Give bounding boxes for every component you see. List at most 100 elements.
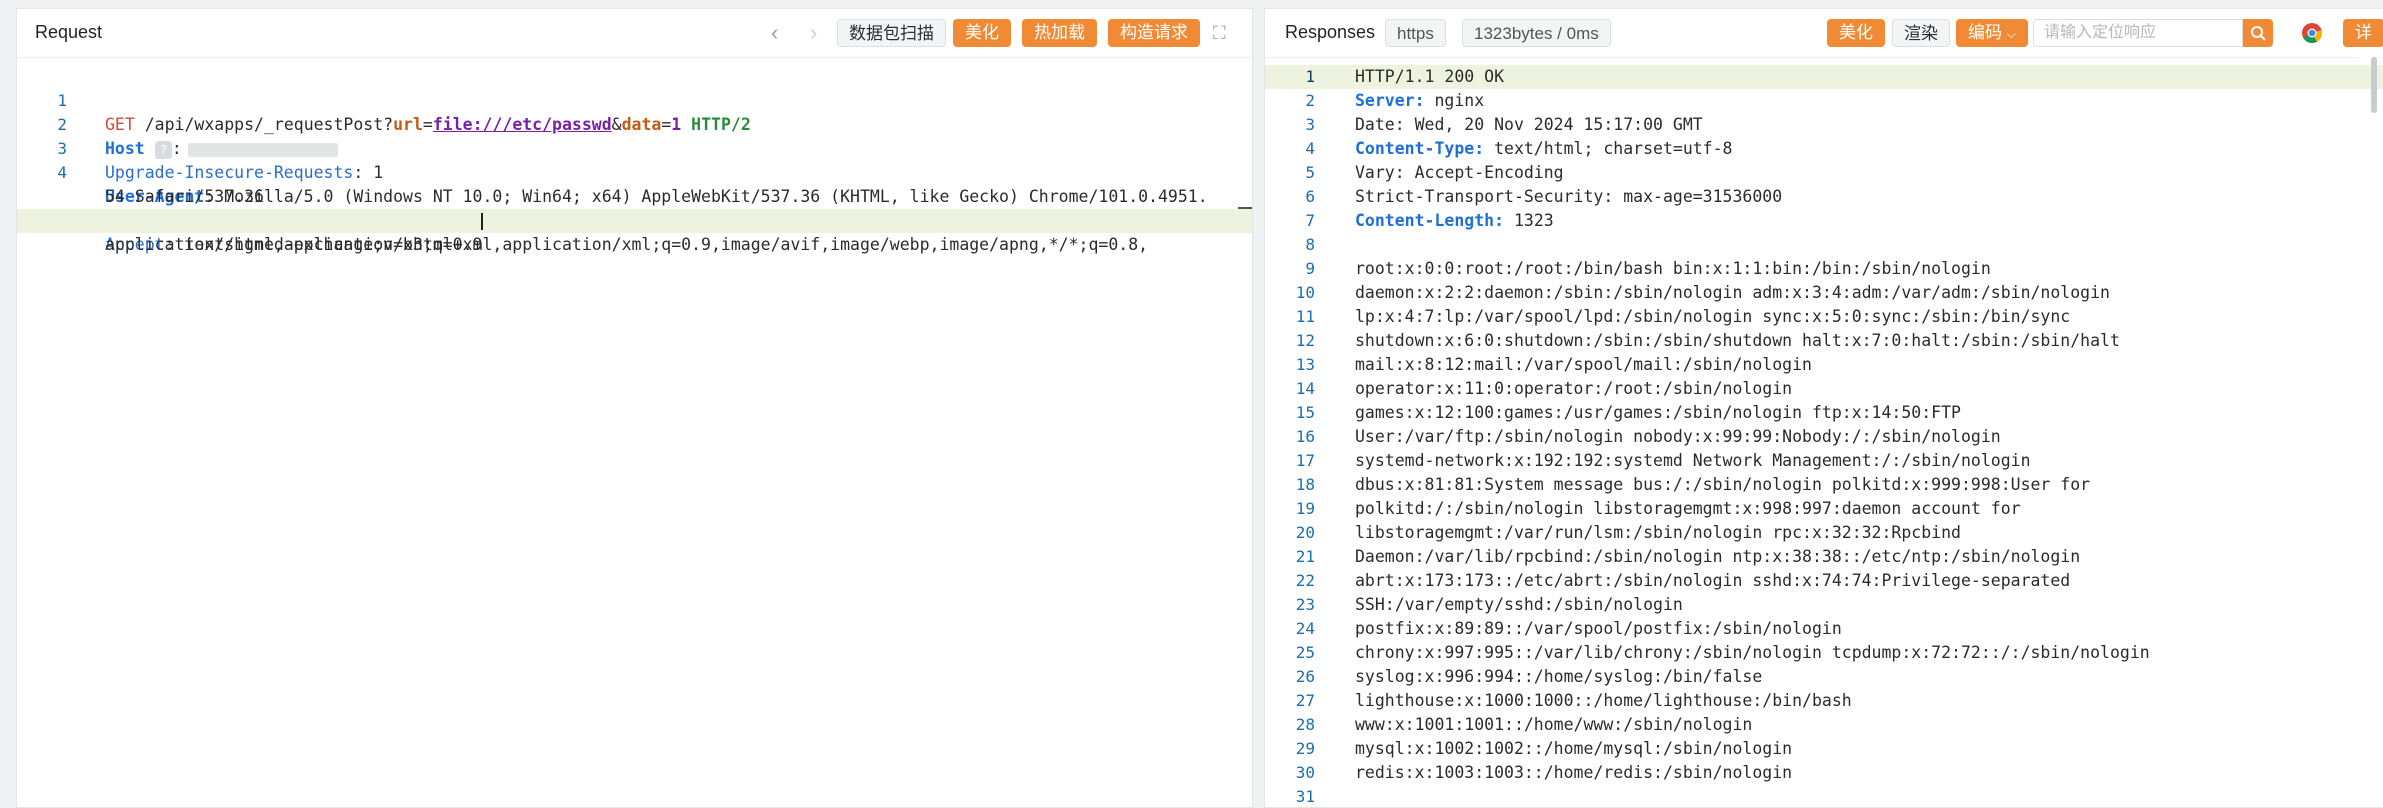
response-line: 26 syslog:x:996:994::/home/syslog:/bin/fa… [1265, 665, 2383, 689]
render-button[interactable]: 渲染 [1892, 19, 1950, 47]
fullscreen-icon[interactable]: ⛶ [1213, 19, 1226, 47]
line-text: www:x:1001:1001::/home/www:/sbin/nologin [1355, 715, 1753, 734]
response-line: 19 polkitd:/:/sbin/nologin libstoragemgmt… [1265, 497, 2383, 521]
line-number: 2 [1305, 91, 1315, 110]
line-text: polkitd:/:/sbin/nologin libstoragemgmt:x… [1355, 499, 2021, 518]
response-panel: Responses https 1323bytes / 0ms 美化 渲染 编码… [1264, 8, 2383, 808]
response-line: 17 systemd-network:x:192:192:systemd Netw… [1265, 449, 2383, 473]
line-number: 23 [1295, 595, 1315, 614]
code-line: 2 Host ?: [17, 89, 1252, 159]
response-line: 31 [1265, 785, 2383, 807]
line-text: Strict-Transport-Security: max-age=31536… [1355, 187, 1783, 206]
response-line: 13 mail:x:8:12:mail:/var/spool/mail:/sbin… [1265, 353, 2383, 377]
line-number: 24 [1295, 619, 1315, 638]
line-number: 6 [1305, 187, 1315, 206]
line-text: root:x:0:0:root:/root:/bin/bash bin:x:1:… [1355, 259, 1991, 278]
response-line: 22 abrt:x:173:173::/etc/abrt:/sbin/nologi… [1265, 569, 2383, 593]
line-text: Daemon:/var/lib/rpcbind:/sbin/nologin nt… [1355, 547, 2081, 566]
request-header: Request ‹ › 数据包扫描 美化 热加载 构造请求 ⛶ [17, 9, 1252, 58]
detail-button[interactable]: 详情 [2343, 19, 2383, 70]
line-text: operator:x:11:0:operator:/root:/sbin/nol… [1355, 379, 1793, 398]
scan-button[interactable]: 数据包扫描 [837, 19, 946, 47]
line-text: Vary: Accept-Encoding [1355, 163, 1564, 182]
line-number: 11 [1295, 307, 1315, 326]
line-text: HTTP/1.1 200 OK [1355, 67, 1505, 86]
line-number: 30 [1295, 763, 1315, 782]
code-line: 3 Upgrade-Insecure-Requests: 1 [17, 113, 1252, 182]
chevron-down-icon: ⌵ [2006, 27, 2016, 41]
beautify-button[interactable]: 美化 [953, 19, 1011, 47]
encode-dropdown[interactable]: 编码 ⌵ [1956, 19, 2028, 47]
line-text: postfix:x:89:89::/var/spool/postfix:/sbi… [1355, 619, 1842, 638]
response-line: 6 Strict-Transport-Security: max-age=3153… [1265, 185, 2383, 209]
line-number: 7 [1305, 211, 1315, 230]
back-arrow-icon[interactable]: ‹ [771, 19, 778, 47]
response-line: 28 www:x:1001:1001::/home/www:/sbin/nolog… [1265, 713, 2383, 737]
response-line: 16 User:/var/ftp:/sbin/nologin nobody:x:9… [1265, 425, 2383, 449]
line-text: redis:x:1003:1003::/home/redis:/sbin/nol… [1355, 763, 1793, 782]
line-number: 3 [1305, 115, 1315, 134]
line-text: nginx [1424, 91, 1485, 110]
search-icon [2251, 26, 2266, 41]
response-line: 30 redis:x:1003:1003::/home/redis:/sbin/n… [1265, 761, 2383, 785]
response-line: 24 postfix:x:89:89::/var/spool/postfix:/s… [1265, 617, 2383, 641]
line-text: User:/var/ftp:/sbin/nologin nobody:x:99:… [1355, 427, 2001, 446]
response-line: 12 shutdown:x:6:0:shutdown:/sbin:/sbin/sh… [1265, 329, 2383, 353]
line-number: 17 [1295, 451, 1315, 470]
header-key: Server: [1355, 91, 1425, 110]
line-text: dbus:x:81:81:System message bus:/:/sbin/… [1355, 475, 2091, 494]
code-line-continuation: application/signed-exchange;v=b3;q=0.9 [17, 209, 1252, 254]
line-number: 28 [1295, 715, 1315, 734]
line-number: 20 [1295, 523, 1315, 542]
response-scrollbar[interactable] [2367, 57, 2381, 807]
line-number: 31 [1295, 787, 1315, 806]
response-line: 21 Daemon:/var/lib/rpcbind:/sbin/nologin … [1265, 545, 2383, 569]
response-search-input[interactable]: 请输入定位响应 [2033, 19, 2243, 47]
line-number: 13 [1295, 355, 1315, 374]
line-number: 14 [1295, 379, 1315, 398]
response-line: 1 HTTP/1.1 200 OK [1265, 65, 2383, 89]
line-text: abrt:x:173:173::/etc/abrt:/sbin/nologin … [1355, 571, 2071, 590]
line-text: lp:x:4:7:lp:/var/spool/lpd:/sbin/nologin… [1355, 307, 2071, 326]
forward-arrow-icon[interactable]: › [810, 19, 817, 47]
response-beautify-button[interactable]: 美化 [1827, 19, 1885, 47]
response-line: 27 lighthouse:x:1000:1000::/home/lighthou… [1265, 689, 2383, 713]
code-line-continuation: 54 Safari/537.36 [105, 187, 264, 206]
response-line: 8 [1265, 233, 2383, 257]
line-number: 15 [1295, 403, 1315, 422]
request-scrollbar[interactable] [1238, 57, 1252, 807]
line-text: mysql:x:1002:1002::/home/mysql:/sbin/nol… [1355, 739, 1793, 758]
request-editor[interactable]: 1 GET /api/wxapps/_requestPost?url=file:… [17, 57, 1252, 807]
response-line: 23 SSH:/var/empty/sshd:/sbin/nologin [1265, 593, 2383, 617]
text-cursor [481, 213, 483, 230]
response-line: 25 chrony:x:997:995::/var/lib/chrony:/sbi… [1265, 641, 2383, 665]
response-line: 18 dbus:x:81:81:System message bus:/:/sbi… [1265, 473, 2383, 497]
line-text: libstoragemgmt:/var/run/lsm:/sbin/nologi… [1355, 523, 1961, 542]
chrome-icon[interactable] [2301, 22, 2323, 49]
line-number: 18 [1295, 475, 1315, 494]
line-text: games:x:12:100:games:/usr/games:/sbin/no… [1355, 403, 1961, 422]
search-button[interactable] [2243, 19, 2273, 47]
line-number: 9 [1305, 259, 1315, 278]
line-text: systemd-network:x:192:192:systemd Networ… [1355, 451, 2031, 470]
stats-badge: 1323bytes / 0ms [1462, 19, 1611, 47]
hotload-button[interactable]: 热加载 [1022, 19, 1097, 47]
response-line: 5 Vary: Accept-Encoding [1265, 161, 2383, 185]
code-line: 1 GET /api/wxapps/_requestPost?url=file:… [17, 65, 1252, 134]
line-number: 19 [1295, 499, 1315, 518]
line-text: lighthouse:x:1000:1000::/home/lighthouse… [1355, 691, 1852, 710]
line-number: 16 [1295, 427, 1315, 446]
line-text: SSH:/var/empty/sshd:/sbin/nologin [1355, 595, 1683, 614]
line-text: mail:x:8:12:mail:/var/spool/mail:/sbin/n… [1355, 355, 1812, 374]
construct-request-button[interactable]: 构造请求 [1108, 19, 1200, 47]
line-number: 27 [1295, 691, 1315, 710]
response-line: 15 games:x:12:100:games:/usr/games:/sbin/… [1265, 401, 2383, 425]
request-title: Request [35, 22, 103, 42]
line-number: 22 [1295, 571, 1315, 590]
response-line: 29 mysql:x:1002:1002::/home/mysql:/sbin/n… [1265, 737, 2383, 761]
response-viewer[interactable]: 1 HTTP/1.1 200 OK 2 Server: nginx 3 Date: Wed… [1265, 57, 2383, 807]
line-number: 29 [1295, 739, 1315, 758]
line-number: 10 [1295, 283, 1315, 302]
response-line: 4 Content-Type: text/html; charset=utf-8 [1265, 137, 2383, 161]
line-text: text/html; charset=utf-8 [1484, 139, 1733, 158]
